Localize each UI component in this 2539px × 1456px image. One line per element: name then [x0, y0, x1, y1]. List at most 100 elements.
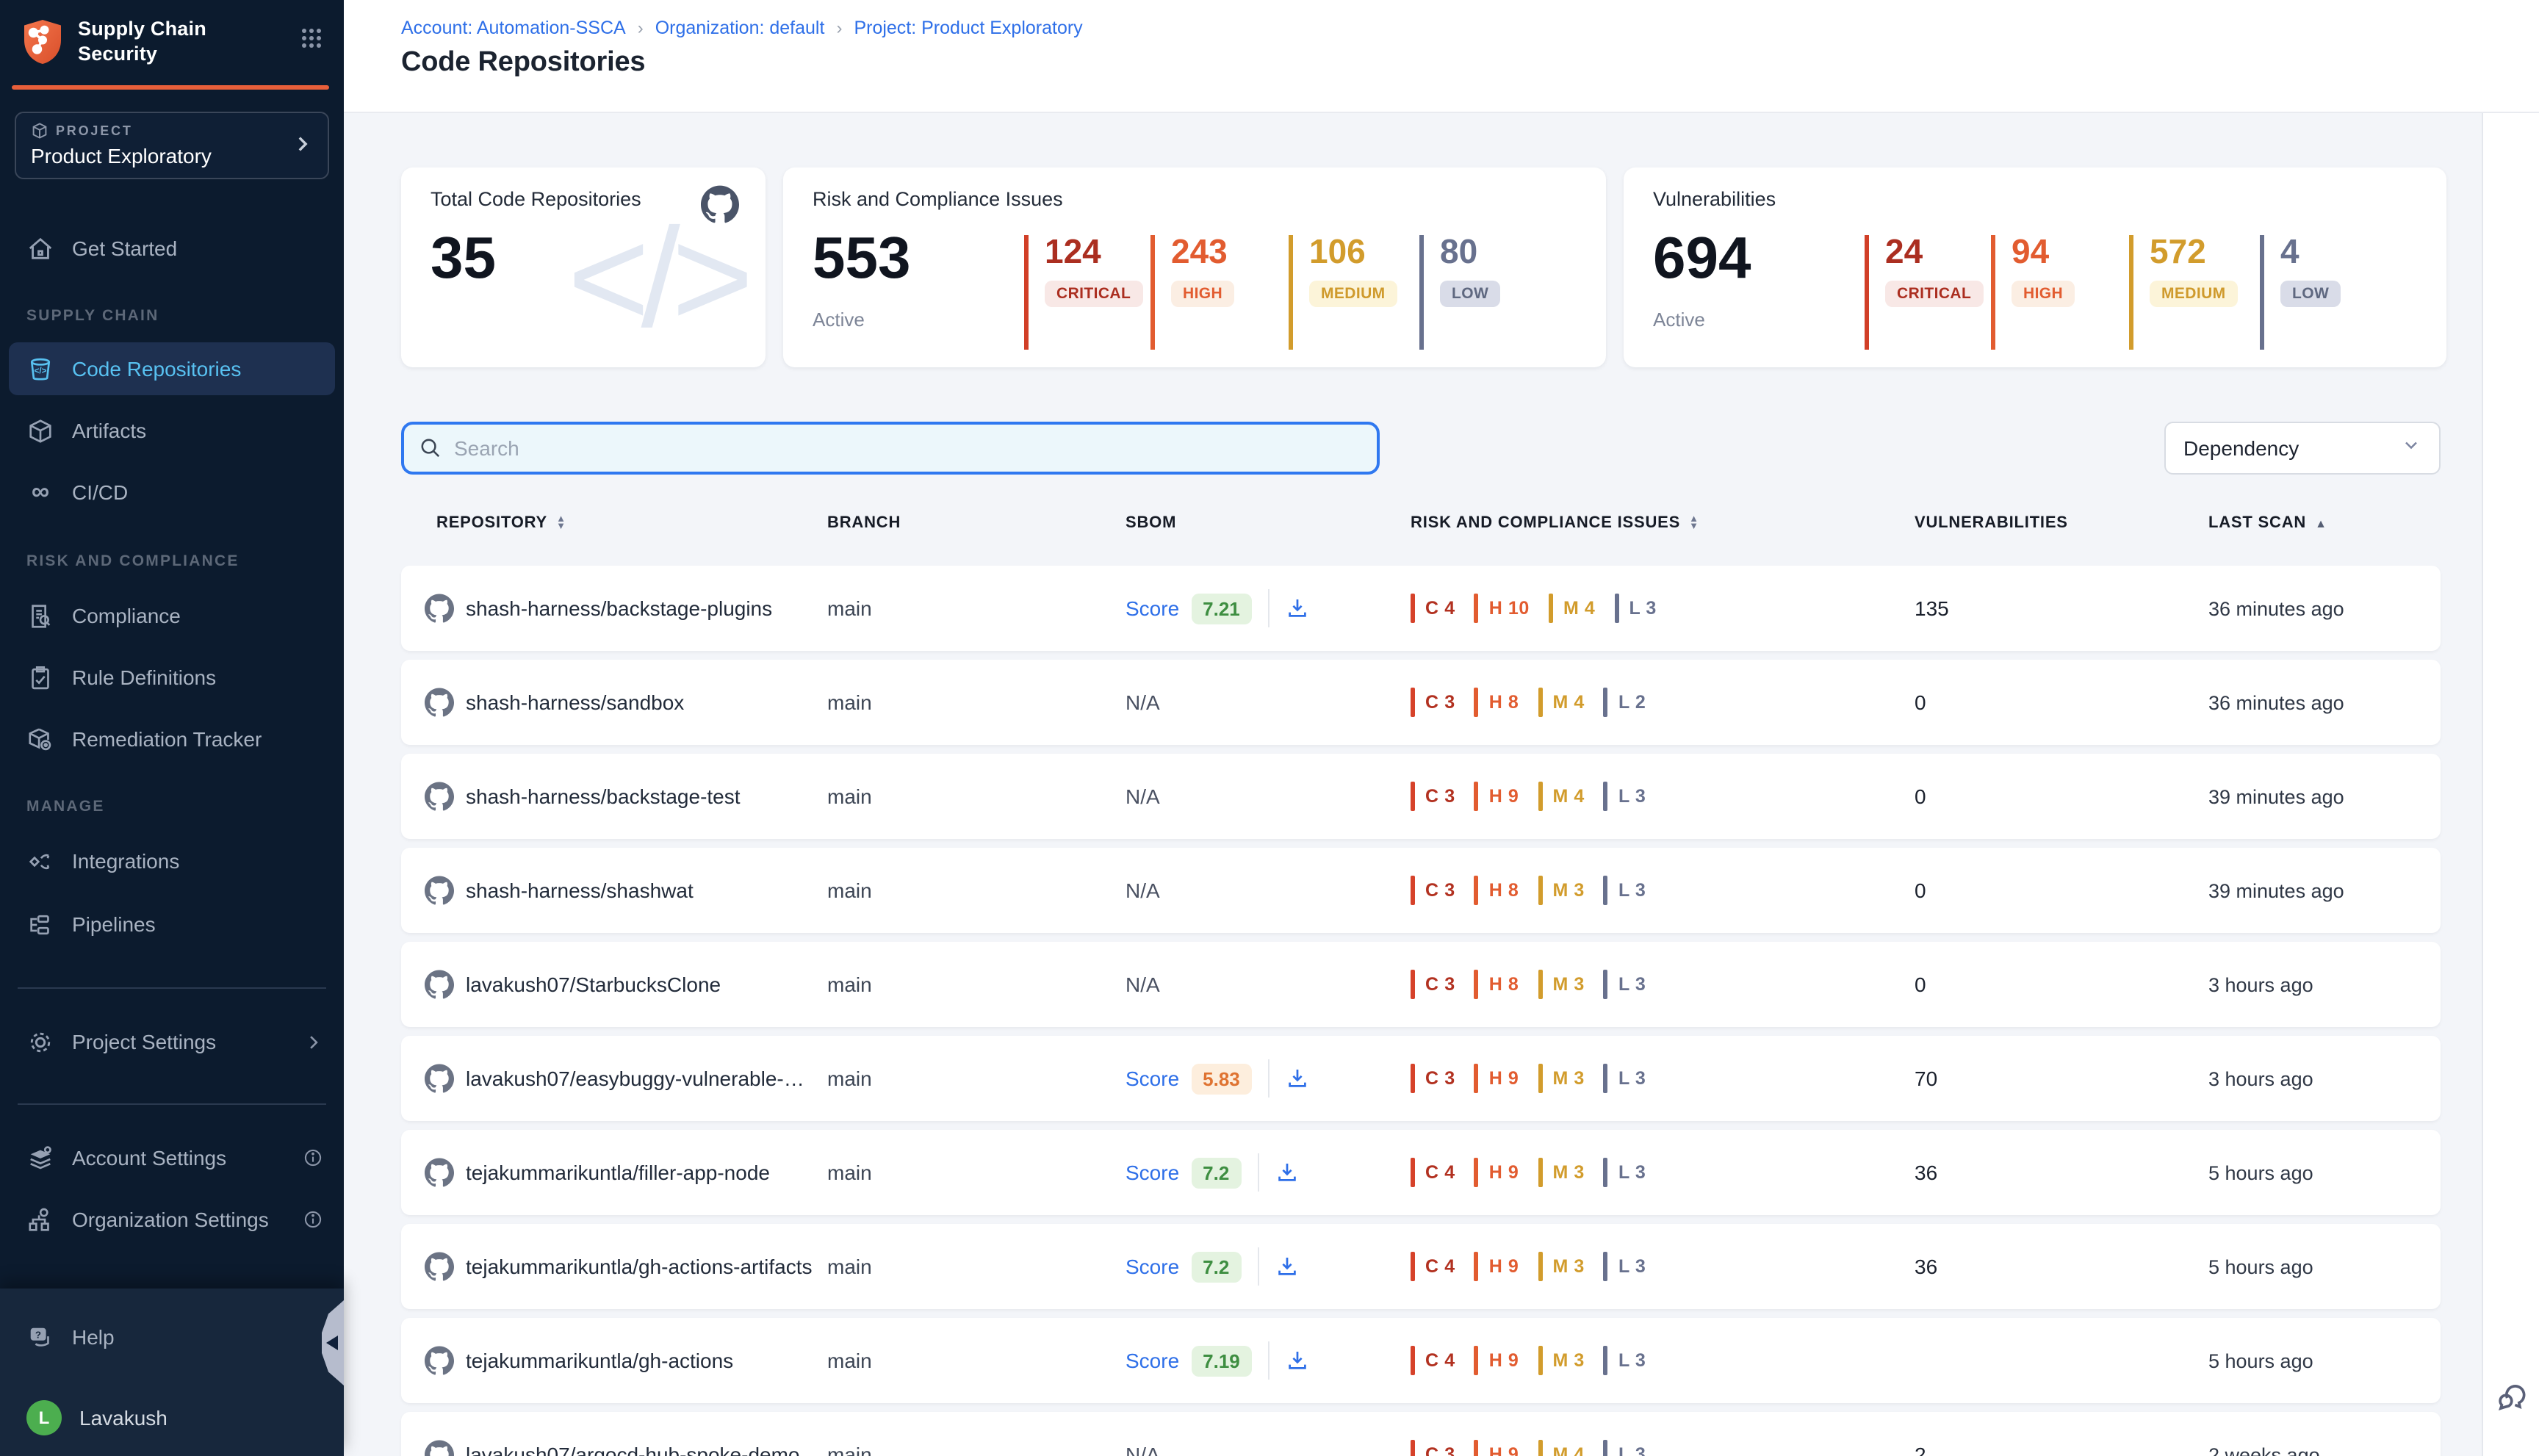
clipboard-check-icon	[26, 663, 54, 691]
table-row[interactable]: tejakummarikuntla/gh-actions-artifactsma…	[401, 1224, 2441, 1309]
risk-badge-m: M 4	[1549, 594, 1596, 623]
severity-badge: CRITICAL	[1885, 281, 1983, 307]
sbom-na: N/A	[1126, 973, 1160, 996]
github-icon	[425, 1252, 454, 1281]
sbom-score-link[interactable]: Score	[1126, 597, 1179, 620]
brand-accent-bar	[12, 85, 329, 90]
card-total-repos: Total Code Repositories </> 35	[401, 167, 766, 367]
sbom-score-link[interactable]: Score	[1126, 1161, 1179, 1184]
card-title: Vulnerabilities	[1653, 188, 1776, 210]
table-row[interactable]: tejakummarikuntla/filler-app-nodemainSco…	[401, 1130, 2441, 1215]
sidebar-item-label: Integrations	[72, 849, 179, 873]
sidebar-item-label: Organization Settings	[72, 1208, 269, 1231]
sidebar-item-compliance[interactable]: Compliance	[0, 589, 344, 642]
table-row[interactable]: shash-harness/backstage-testmainN/AC 3H …	[401, 754, 2441, 839]
risk-badge-h: H 8	[1474, 876, 1519, 905]
avatar: L	[26, 1400, 62, 1435]
sidebar-item-label: Help	[72, 1325, 115, 1349]
repo-name[interactable]: tejakummarikuntla/gh-actions	[466, 1349, 733, 1372]
search-icon	[419, 436, 442, 460]
repo-name[interactable]: tejakummarikuntla/filler-app-node	[466, 1161, 770, 1184]
repo-name[interactable]: tejakummarikuntla/gh-actions-artifacts	[466, 1255, 813, 1278]
repo-name[interactable]: shash-harness/backstage-plugins	[466, 597, 772, 620]
sbom-score-value: 7.2	[1191, 1251, 1241, 1282]
table-row[interactable]: lavakush07/argocd-hub-spoke-demomainN/AC…	[401, 1412, 2441, 1456]
table-header: REPOSITORY ▲▼ BRANCH SBOM RISK AND COMPL…	[401, 514, 2441, 544]
sbom-score-link[interactable]: Score	[1126, 1067, 1179, 1090]
download-sbom-icon[interactable]	[1286, 597, 1309, 620]
download-sbom-icon[interactable]	[1286, 1349, 1309, 1372]
sidebar-item-remediation-tracker[interactable]: Remediation Tracker	[0, 713, 344, 765]
section-label-risk: RISK AND COMPLIANCE	[26, 552, 240, 576]
breadcrumb-project-link[interactable]: Project: Product Exploratory	[854, 18, 1082, 38]
sbom-cell: N/A	[1126, 848, 1160, 933]
risk-badge-c: C 4	[1411, 594, 1455, 623]
sidebar-item-rule-definitions[interactable]: Rule Definitions	[0, 651, 344, 704]
severity-badge: LOW	[2280, 281, 2341, 307]
table-row[interactable]: shash-harness/sandboxmainN/AC 3H 8M 4L 2…	[401, 660, 2441, 745]
risk-badge-c: C 3	[1411, 970, 1455, 999]
download-sbom-icon[interactable]	[1286, 1067, 1309, 1090]
card-risk-issues: Risk and Compliance Issues 553 Active 12…	[783, 167, 1606, 367]
table-row[interactable]: shash-harness/shashwatmainN/AC 3H 8M 3L …	[401, 848, 2441, 933]
risk-badges: C 3H 8M 4L 2	[1411, 660, 1665, 745]
column-header-repository[interactable]: REPOSITORY ▲▼	[436, 514, 566, 532]
sidebar-item-help[interactable]: ? Help	[0, 1311, 344, 1363]
breadcrumb-separator: ›	[836, 18, 842, 38]
risk-badge-h: H 9	[1474, 782, 1519, 811]
repo-name[interactable]: lavakush07/argocd-hub-spoke-demo	[466, 1443, 800, 1456]
last-scan: 39 minutes ago	[2208, 754, 2344, 839]
right-gutter	[2482, 113, 2539, 1456]
last-scan: 5 hours ago	[2208, 1318, 2313, 1403]
risk-badge-c: C 3	[1411, 876, 1455, 905]
divider	[1257, 1247, 1258, 1286]
severity-value: 24	[1885, 235, 1983, 269]
risk-badge-l: L 3	[1604, 876, 1646, 905]
user-menu[interactable]: L Lavakush	[0, 1391, 344, 1444]
table-row[interactable]: lavakush07/StarbucksClonemainN/AC 3H 8M …	[401, 942, 2441, 1027]
sbom-na: N/A	[1126, 691, 1160, 714]
sidebar-item-artifacts[interactable]: Artifacts	[0, 404, 344, 457]
table-row[interactable]: lavakush07/easybuggy-vulnerable-app...ma…	[401, 1036, 2441, 1121]
column-header-risk[interactable]: RISK AND COMPLIANCE ISSUES ▲▼	[1411, 514, 1699, 532]
sidebar-item-pipelines[interactable]: Pipelines	[0, 898, 344, 951]
breadcrumb-account-link[interactable]: Account: Automation-SSCA	[401, 18, 626, 38]
sidebar-item-project-settings[interactable]: Project Settings	[0, 1015, 344, 1068]
repo-name[interactable]: lavakush07/StarbucksClone	[466, 973, 721, 996]
info-icon[interactable]	[303, 1147, 323, 1168]
sidebar-item-account-settings[interactable]: Account Settings	[0, 1131, 344, 1184]
sbom-score-link[interactable]: Score	[1126, 1255, 1179, 1278]
risk-badges: C 4H 9M 3L 3	[1411, 1130, 1665, 1215]
table-row[interactable]: shash-harness/backstage-pluginsmainScore…	[401, 566, 2441, 651]
breadcrumb-org-link[interactable]: Organization: default	[655, 18, 825, 38]
sbom-score-link[interactable]: Score	[1126, 1349, 1179, 1372]
column-header-last-scan[interactable]: LAST SCAN▲	[2208, 514, 2327, 532]
github-icon	[425, 782, 454, 811]
sidebar-item-label: Compliance	[72, 604, 181, 627]
search-input[interactable]	[454, 436, 1362, 460]
project-selector[interactable]: PROJECT Product Exploratory	[15, 112, 329, 179]
download-sbom-icon[interactable]	[1275, 1255, 1298, 1278]
sidebar-item-label: CI/CD	[72, 480, 128, 504]
risk-badge-h: H 9	[1474, 1064, 1519, 1093]
repo-name[interactable]: lavakush07/easybuggy-vulnerable-app...	[466, 1067, 815, 1090]
sidebar-item-code-repositories[interactable]: </> Code Repositories	[9, 342, 335, 395]
chat-bubbles-icon[interactable]	[2492, 1378, 2530, 1424]
sidebar-item-cicd[interactable]: ∞ CI/CD	[0, 466, 344, 519]
repo-name[interactable]: shash-harness/shashwat	[466, 879, 694, 902]
sidebar-item-organization-settings[interactable]: Organization Settings	[0, 1193, 344, 1246]
risk-badge-h: H 9	[1474, 1440, 1519, 1456]
sidebar-item-get-started[interactable]: Get Started	[0, 222, 344, 275]
severity-low: 80 LOW	[1419, 235, 1500, 350]
github-icon	[425, 1346, 454, 1375]
repo-name[interactable]: shash-harness/sandbox	[466, 691, 684, 714]
sidebar-item-label: Artifacts	[72, 419, 146, 442]
dependency-filter-dropdown[interactable]: Dependency	[2164, 422, 2441, 475]
risk-badge-m: M 3	[1538, 1064, 1585, 1093]
download-sbom-icon[interactable]	[1275, 1161, 1298, 1184]
table-row[interactable]: tejakummarikuntla/gh-actionsmainScore7.1…	[401, 1318, 2441, 1403]
repo-name[interactable]: shash-harness/backstage-test	[466, 785, 741, 808]
info-icon[interactable]	[303, 1209, 323, 1230]
sidebar-item-integrations[interactable]: Integrations	[0, 835, 344, 887]
app-grid-icon[interactable]	[300, 26, 323, 57]
